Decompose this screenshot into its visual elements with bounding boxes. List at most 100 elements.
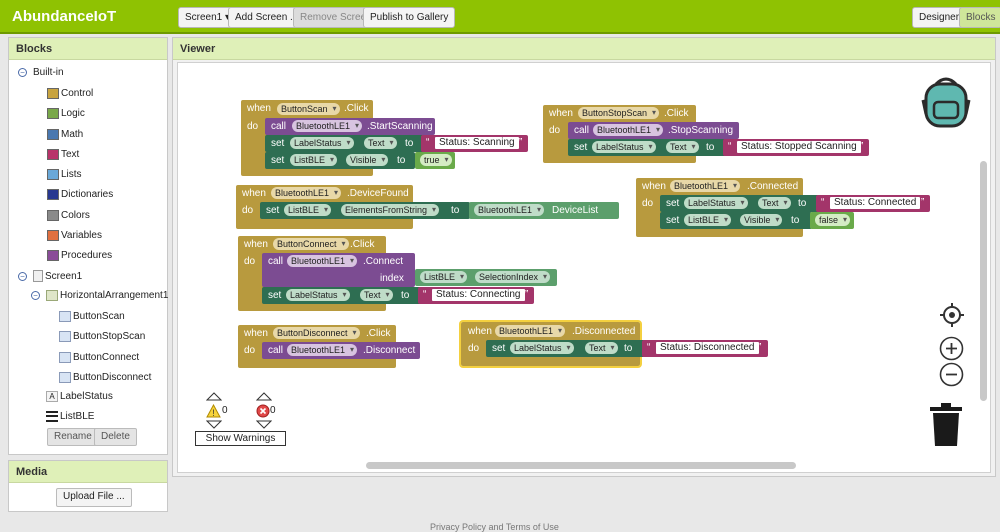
builtin-procedures[interactable]: Procedures xyxy=(47,250,112,261)
text-value[interactable]: Status: Stopped Scanning xyxy=(737,141,861,153)
errors-count: 0 xyxy=(270,405,276,416)
component-dropdown[interactable]: BluetoothLE1 xyxy=(287,344,358,356)
property-dropdown[interactable]: SelectionIndex xyxy=(475,271,551,283)
property-dropdown[interactable]: Text xyxy=(364,137,397,149)
top-bar: AbundanceIoT Screen1 ▾ Add Screen ... Re… xyxy=(0,0,1000,34)
builtin-logic[interactable]: Logic xyxy=(47,108,85,120)
property-dropdown[interactable]: Text xyxy=(585,342,618,354)
component-dropdown[interactable]: LabelStatus xyxy=(286,289,350,301)
builtin-math[interactable]: Math xyxy=(47,128,83,140)
builtin-control[interactable]: Control xyxy=(47,88,93,99)
zoom-out-icon[interactable] xyxy=(938,361,965,388)
component-dropdown[interactable]: BluetoothLE1 xyxy=(495,325,566,337)
blocks-workspace[interactable]: when ButtonScan .Click do call Bluetooth… xyxy=(177,62,991,473)
recenter-icon[interactable] xyxy=(939,302,965,328)
tree-button-buttonscan[interactable]: ButtonScan xyxy=(59,311,125,322)
component-dropdown[interactable]: LabelStatus xyxy=(290,137,354,149)
component-dropdown[interactable]: BluetoothLE1 xyxy=(287,255,358,267)
to-keyword: to xyxy=(397,155,406,166)
zoom-in-icon[interactable] xyxy=(938,335,965,362)
trash-icon[interactable] xyxy=(928,403,964,447)
property-dropdown[interactable]: Text xyxy=(666,141,699,153)
component-dropdown[interactable]: BluetoothLE1 xyxy=(670,180,741,192)
component-dropdown[interactable]: ListBLE xyxy=(284,204,332,216)
vertical-scrollbar[interactable] xyxy=(980,161,987,401)
component-dropdown[interactable]: LabelStatus xyxy=(684,197,748,209)
component-dropdown[interactable]: BluetoothLE1 xyxy=(474,204,545,216)
text-value[interactable]: Status: Connected xyxy=(830,197,921,209)
category-swatch-icon xyxy=(47,148,59,160)
category-swatch-icon xyxy=(47,128,59,140)
when-keyword: when xyxy=(247,103,271,114)
rename-button[interactable]: Rename xyxy=(47,428,99,446)
blocks-button[interactable]: Blocks xyxy=(959,7,1000,28)
tree-arrangement[interactable]: − HorizontalArrangement1 xyxy=(31,290,168,301)
tree-builtin-label: Built-in xyxy=(33,67,64,78)
component-dropdown[interactable]: ListBLE xyxy=(420,271,468,283)
footer-links[interactable]: Privacy Policy and Terms of Use xyxy=(430,522,559,532)
set-keyword: set xyxy=(574,142,588,153)
component-dropdown[interactable]: BluetoothLE1 xyxy=(292,120,363,132)
error-down-arrow-icon[interactable] xyxy=(256,420,272,430)
backpack-icon[interactable] xyxy=(920,74,972,128)
component-dropdown[interactable]: BluetoothLE1 xyxy=(593,124,664,136)
collapse-icon[interactable]: − xyxy=(18,271,27,281)
property-dropdown[interactable]: DeviceList xyxy=(552,205,598,216)
error-up-arrow-icon[interactable] xyxy=(256,391,272,401)
component-dropdown[interactable]: LabelStatus xyxy=(592,141,656,153)
collapse-icon[interactable]: − xyxy=(18,68,27,77)
component-dropdown[interactable]: ButtonConnect xyxy=(273,238,349,250)
text-value[interactable]: Status: Scanning xyxy=(435,137,519,149)
when-keyword: when xyxy=(549,108,573,119)
horizontal-scrollbar[interactable] xyxy=(366,462,796,469)
delete-button[interactable]: Delete xyxy=(94,428,137,446)
media-panel-title: Media xyxy=(9,461,167,483)
warning-up-arrow-icon[interactable] xyxy=(206,391,222,401)
phone-icon xyxy=(33,270,43,282)
set-block-listble-visible[interactable] xyxy=(660,212,812,229)
property-dropdown[interactable]: ElementsFromString xyxy=(341,204,440,216)
component-dropdown[interactable]: ListBLE xyxy=(684,214,732,226)
builtin-lists[interactable]: Lists xyxy=(47,169,82,180)
component-dropdown[interactable]: BluetoothLE1 xyxy=(271,187,342,199)
boolean-dropdown[interactable]: true xyxy=(420,154,452,166)
tree-label-status[interactable]: A LabelStatus xyxy=(46,391,113,402)
property-dropdown[interactable]: Text xyxy=(758,197,791,209)
builtin-text[interactable]: Text xyxy=(47,148,79,160)
builtin-variables[interactable]: Variables xyxy=(47,229,102,241)
designer-button[interactable]: Designer xyxy=(912,7,967,28)
category-swatch-icon xyxy=(47,88,59,99)
component-dropdown[interactable]: ListBLE xyxy=(290,154,338,166)
tree-list-ble[interactable]: ListBLE xyxy=(46,411,94,422)
call-keyword: call xyxy=(271,121,287,132)
component-dropdown[interactable]: ButtonScan xyxy=(277,103,340,115)
tree-button-buttonconnect[interactable]: ButtonConnect xyxy=(59,351,139,363)
tree-list-ble-label: ListBLE xyxy=(60,411,95,422)
text-value[interactable]: Status: Disconnected xyxy=(656,342,759,354)
set-block-listble-visible[interactable] xyxy=(265,152,415,169)
category-swatch-icon xyxy=(47,189,59,201)
do-keyword: do xyxy=(242,205,254,216)
show-warnings-button[interactable]: Show Warnings xyxy=(195,431,286,446)
quote-mark: ” xyxy=(921,197,925,208)
property-dropdown[interactable]: Visible xyxy=(346,154,389,166)
tree-screen[interactable]: − Screen1 xyxy=(18,270,82,282)
boolean-dropdown[interactable]: false xyxy=(815,214,851,226)
upload-file-button[interactable]: Upload File ... xyxy=(56,488,132,507)
publish-gallery-button[interactable]: Publish to Gallery xyxy=(363,7,456,28)
component-dropdown[interactable]: LabelStatus xyxy=(510,342,574,354)
warning-down-arrow-icon[interactable] xyxy=(206,420,222,430)
to-keyword: to xyxy=(451,205,460,216)
collapse-icon[interactable]: − xyxy=(31,291,40,300)
listview-icon xyxy=(46,411,58,422)
tree-button-buttondisconnect[interactable]: ButtonDisconnect xyxy=(59,371,151,383)
text-value[interactable]: Status: Connecting xyxy=(432,289,525,301)
builtin-colors[interactable]: Colors xyxy=(47,209,90,221)
tree-builtin[interactable]: − Built-in xyxy=(18,67,64,78)
tree-button-buttonstopscan[interactable]: ButtonStopScan xyxy=(59,331,145,343)
component-dropdown[interactable]: ButtonStopScan xyxy=(578,107,660,119)
property-dropdown[interactable]: Visible xyxy=(740,214,783,226)
builtin-dictionaries[interactable]: Dictionaries xyxy=(47,189,113,201)
component-dropdown[interactable]: ButtonDisconnect xyxy=(273,327,360,339)
property-dropdown[interactable]: Text xyxy=(360,289,393,301)
